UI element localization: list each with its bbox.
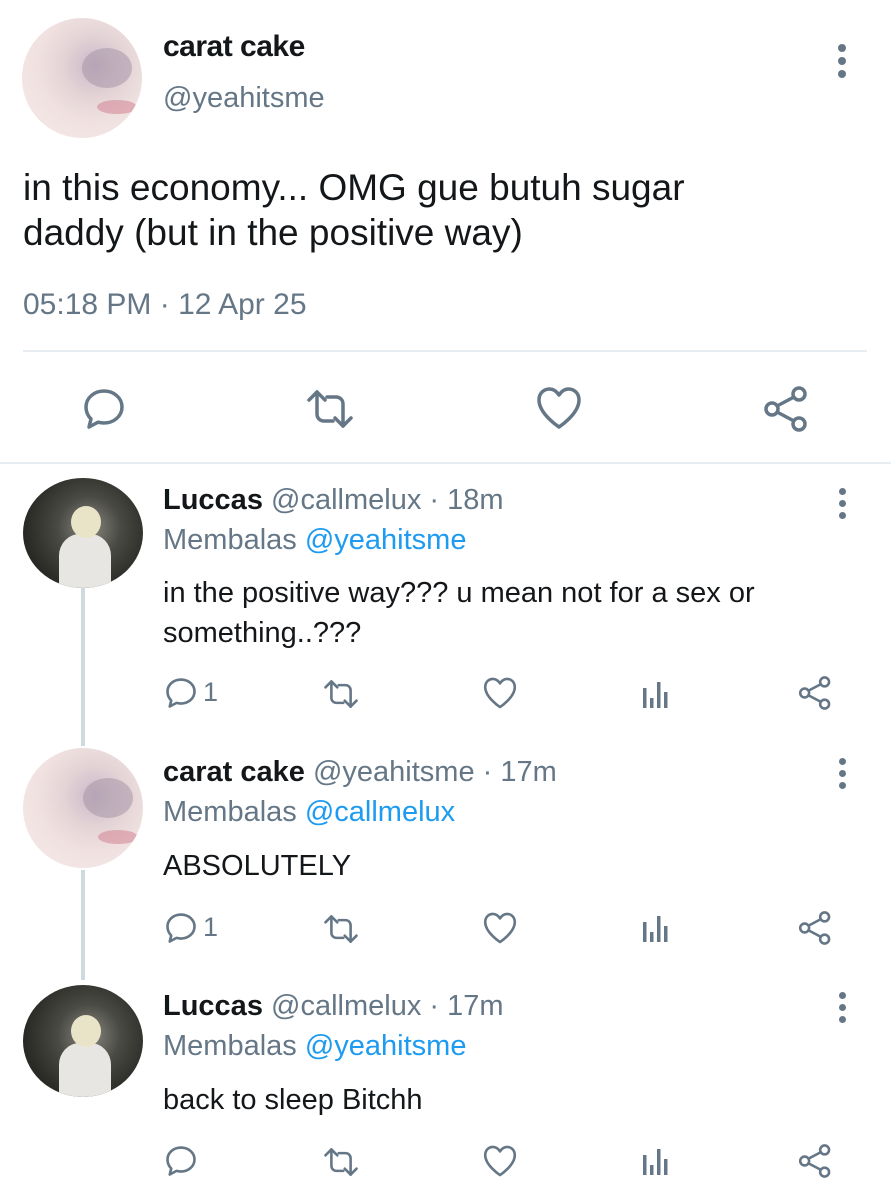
- reply-icon[interactable]: [80, 385, 128, 433]
- reply-icon[interactable]: [163, 910, 199, 946]
- timestamp: · 17m: [482, 756, 557, 788]
- like-icon[interactable]: [482, 1144, 518, 1178]
- timestamp: · 18m: [429, 484, 504, 516]
- reply-text: ABSOLUTELY: [163, 846, 351, 886]
- retweet-icon[interactable]: [322, 1145, 360, 1179]
- analytics-icon[interactable]: [641, 678, 671, 710]
- retweet-icon[interactable]: [322, 677, 360, 711]
- mention-link[interactable]: @yeahitsme: [305, 1030, 467, 1062]
- reply-icon[interactable]: [163, 675, 199, 711]
- display-name[interactable]: carat cake: [163, 30, 305, 64]
- retweet-icon[interactable]: [305, 386, 355, 432]
- avatar[interactable]: [23, 985, 143, 1097]
- reply-text: back to sleep Bitchh: [163, 1080, 423, 1120]
- replying-to: Membalas @yeahitsme: [163, 524, 466, 557]
- reply-header: carat cake @yeahitsme · 17m: [163, 756, 557, 789]
- timestamp: · 17m: [429, 990, 504, 1022]
- like-icon[interactable]: [482, 911, 518, 945]
- tweet-text: in this economy... OMG gue butuh sugar d…: [23, 165, 685, 255]
- tweet-text-line: in this economy... OMG gue butuh sugar: [23, 167, 685, 208]
- divider: [23, 350, 867, 352]
- reply-header: Luccas @callmelux · 17m: [163, 990, 504, 1023]
- tweet-text-line: daddy (but in the positive way): [23, 212, 523, 253]
- reply-count: 1: [203, 912, 219, 942]
- mention-link[interactable]: @yeahitsme: [305, 524, 467, 556]
- more-icon[interactable]: [835, 488, 849, 524]
- retweet-icon[interactable]: [322, 912, 360, 946]
- avatar[interactable]: [22, 18, 142, 138]
- share-icon[interactable]: [762, 386, 810, 432]
- replying-to: Membalas @callmelux: [163, 796, 455, 829]
- analytics-icon[interactable]: [641, 1145, 671, 1177]
- like-icon[interactable]: [482, 676, 518, 710]
- replying-label: Membalas: [163, 1030, 297, 1062]
- divider: [0, 462, 891, 464]
- reply-text-line: ABSOLUTELY: [163, 850, 352, 882]
- handle[interactable]: @callmelux: [271, 990, 421, 1022]
- more-icon[interactable]: [835, 44, 849, 83]
- more-icon[interactable]: [835, 992, 849, 1028]
- display-name[interactable]: Luccas: [163, 484, 263, 516]
- reply-text-line: in the positive way??? u mean not for a …: [163, 577, 755, 609]
- share-icon[interactable]: [797, 911, 833, 945]
- avatar[interactable]: [23, 748, 143, 868]
- replying-label: Membalas: [163, 524, 297, 556]
- analytics-icon[interactable]: [641, 912, 671, 944]
- thread-line: [81, 870, 85, 980]
- handle[interactable]: @callmelux: [271, 484, 421, 516]
- display-name[interactable]: Luccas: [163, 990, 263, 1022]
- more-icon[interactable]: [835, 758, 849, 794]
- share-icon[interactable]: [797, 676, 833, 710]
- timestamp[interactable]: 05:18 PM · 12 Apr 25: [23, 288, 307, 322]
- replying-label: Membalas: [163, 796, 297, 828]
- reply-text-line: something..???: [163, 617, 362, 649]
- handle[interactable]: @yeahitsme: [313, 756, 475, 788]
- reply-text-line: back to sleep Bitchh: [163, 1084, 423, 1116]
- reply-header: Luccas @callmelux · 18m: [163, 484, 504, 517]
- avatar[interactable]: [23, 478, 143, 588]
- handle[interactable]: @yeahitsme: [163, 82, 325, 115]
- display-name[interactable]: carat cake: [163, 756, 305, 788]
- share-icon[interactable]: [797, 1144, 833, 1178]
- thread-line: [81, 588, 85, 746]
- reply-icon[interactable]: [163, 1143, 199, 1179]
- replying-to: Membalas @yeahitsme: [163, 1030, 466, 1063]
- reply-count: 1: [203, 677, 219, 707]
- reply-text: in the positive way??? u mean not for a …: [163, 573, 755, 653]
- like-icon[interactable]: [535, 385, 583, 431]
- mention-link[interactable]: @callmelux: [305, 796, 455, 828]
